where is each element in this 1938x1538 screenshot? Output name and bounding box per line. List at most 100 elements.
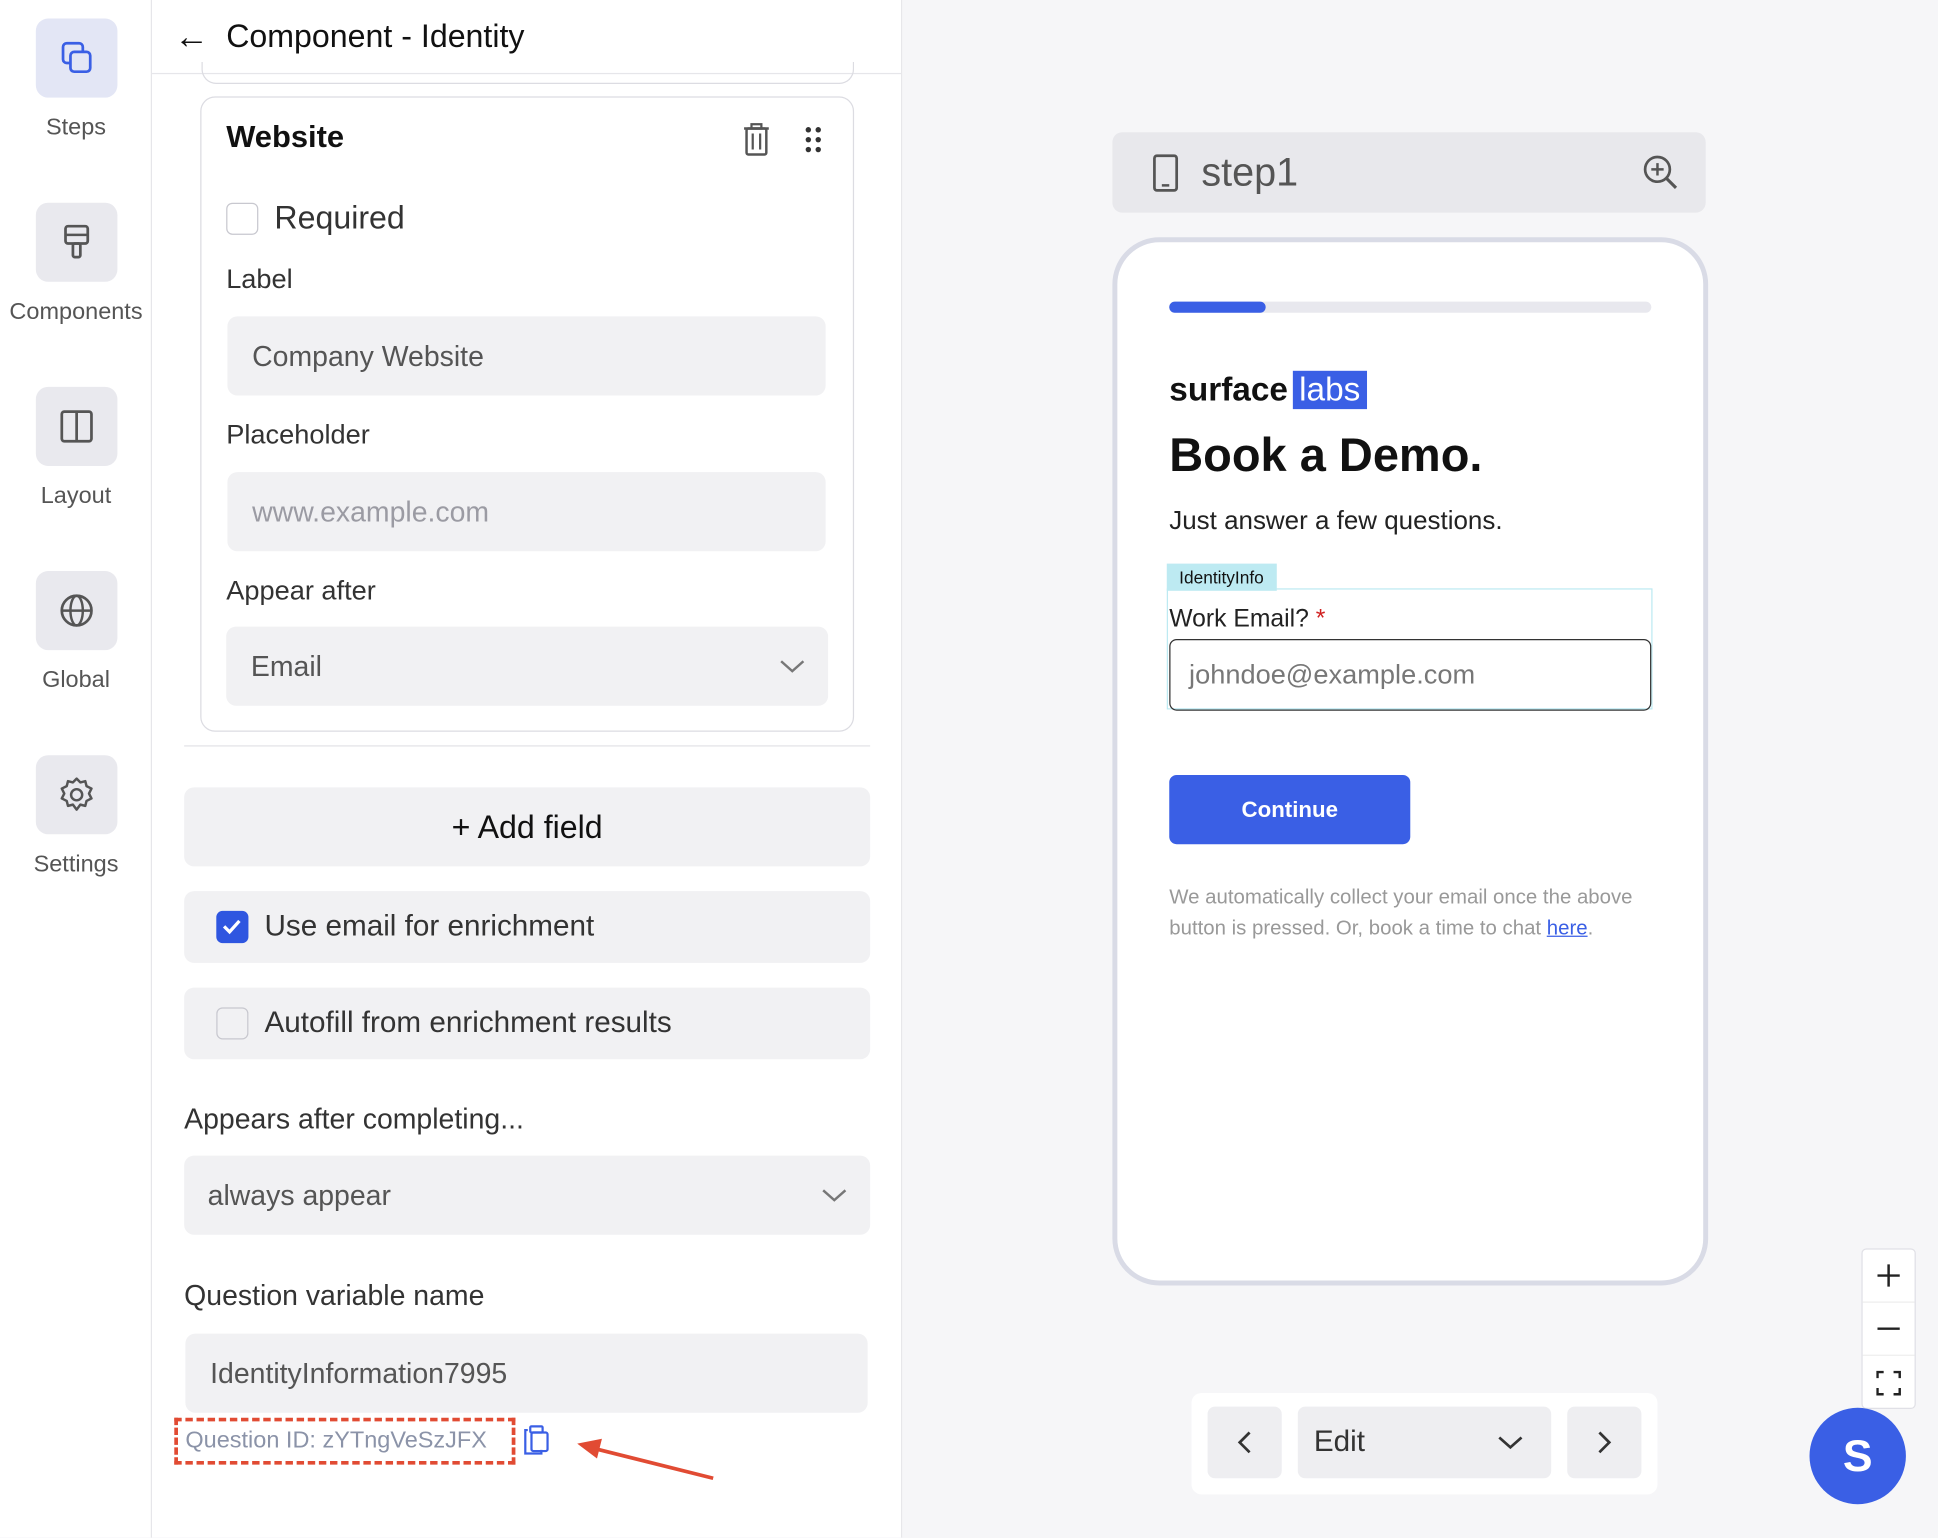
- appears-after-select[interactable]: always appear: [184, 1155, 871, 1235]
- placeholder-input-value: www.example.com: [252, 495, 490, 528]
- next-step-button[interactable]: [1567, 1406, 1642, 1479]
- rail-label-components: Components: [9, 299, 143, 326]
- rail-label-settings: Settings: [33, 851, 119, 878]
- form-title: Book a Demo.: [1169, 430, 1483, 483]
- chevron-right-icon: [1598, 1431, 1612, 1454]
- disclaimer: We automatically collect your email once…: [1169, 883, 1657, 945]
- checkmark-icon: [222, 919, 241, 935]
- use-email-enrichment-checkbox[interactable]: [216, 910, 249, 944]
- layout-columns-icon: [59, 410, 93, 443]
- components-tile[interactable]: [35, 202, 117, 282]
- zoom-in-icon[interactable]: [1641, 153, 1678, 190]
- website-field-card: Website Required Label Company Website P…: [200, 96, 855, 732]
- step-bar: step1: [1112, 132, 1706, 213]
- zoom-controls: [1861, 1248, 1916, 1410]
- left-rail: Steps Components Layout Global Settings: [0, 0, 153, 1538]
- progress-fill: [1169, 301, 1266, 313]
- rail-label-global: Global: [42, 667, 110, 694]
- email-label: Work Email? *: [1169, 606, 1325, 634]
- continue-button[interactable]: Continue: [1169, 774, 1411, 845]
- back-arrow-icon[interactable]: ←: [174, 17, 209, 57]
- steps-icon: [61, 41, 91, 74]
- appear-after-heading: Appear after: [226, 574, 376, 606]
- appear-after-select[interactable]: Email: [226, 626, 829, 706]
- fit-view-button[interactable]: [1863, 1356, 1915, 1409]
- rail-label-steps: Steps: [45, 114, 107, 141]
- drag-handle-icon[interactable]: [797, 122, 829, 157]
- chevron-down-icon: [822, 1189, 847, 1202]
- variable-name-value: IdentityInformation7995: [210, 1356, 508, 1389]
- phone-preview: surface labs Book a Demo. Just answer a f…: [1112, 237, 1709, 1286]
- required-checkbox[interactable]: [226, 202, 259, 235]
- question-id-text: Question ID: zYTngVeSzJFX: [185, 1427, 487, 1454]
- progress-bar: [1169, 301, 1652, 313]
- email-input[interactable]: johndoe@example.com: [1169, 639, 1652, 711]
- add-field-button[interactable]: + Add field: [184, 787, 871, 867]
- trash-icon[interactable]: [740, 122, 772, 157]
- rail-item-layout[interactable]: Layout: [0, 386, 152, 511]
- autofill-enrichment-row[interactable]: Autofill from enrichment results: [184, 987, 871, 1060]
- form-subtitle: Just answer a few questions.: [1169, 506, 1503, 536]
- settings-tile[interactable]: [35, 755, 117, 835]
- steps-tile[interactable]: [35, 18, 117, 98]
- step-name: step1: [1201, 149, 1299, 195]
- prev-step-button[interactable]: [1207, 1406, 1282, 1479]
- use-email-enrichment-label: Use email for enrichment: [264, 909, 595, 944]
- mode-select-value: Edit: [1313, 1425, 1365, 1459]
- disclaimer-end: .: [1587, 917, 1594, 940]
- component-tag: IdentityInfo: [1166, 563, 1277, 591]
- surface-labs-logo: surface labs: [1169, 370, 1367, 410]
- label-input[interactable]: Company Website: [227, 316, 826, 396]
- variable-name-input[interactable]: IdentityInformation7995: [185, 1333, 868, 1413]
- rail-item-steps[interactable]: Steps: [0, 18, 152, 143]
- rail-item-components[interactable]: Components: [0, 202, 152, 327]
- global-tile[interactable]: [35, 571, 117, 651]
- copy-icon[interactable]: [523, 1424, 550, 1456]
- email-label-text: Work Email?: [1169, 605, 1309, 633]
- rail-item-settings[interactable]: Settings: [0, 755, 152, 879]
- gear-icon: [59, 777, 93, 811]
- rail-label-layout: Layout: [40, 483, 112, 510]
- placeholder-input[interactable]: www.example.com: [227, 472, 826, 552]
- logo-text: surface: [1169, 370, 1288, 408]
- required-asterisk: *: [1315, 605, 1326, 633]
- globe-icon: [59, 594, 93, 627]
- rail-item-global[interactable]: Global: [0, 571, 152, 695]
- chevron-left-icon: [1237, 1431, 1251, 1454]
- support-chat-button[interactable]: S: [1809, 1407, 1906, 1505]
- layout-tile[interactable]: [35, 386, 117, 466]
- annotation-arrow: [577, 1438, 714, 1481]
- here-link[interactable]: here: [1547, 917, 1588, 939]
- autofill-enrichment-label: Autofill from enrichment results: [264, 1006, 672, 1040]
- zoom-plus-button[interactable]: [1862, 1250, 1915, 1303]
- chevron-down-icon: [1498, 1436, 1523, 1450]
- card-title: Website: [226, 119, 345, 155]
- divider: [184, 745, 871, 747]
- previous-card-edge: [201, 61, 855, 85]
- email-placeholder: johndoe@example.com: [1189, 658, 1476, 690]
- label-input-value: Company Website: [252, 339, 484, 372]
- logo-badge: labs: [1292, 370, 1367, 410]
- step-navigation: Edit: [1191, 1392, 1658, 1495]
- placeholder-heading: Placeholder: [226, 419, 370, 450]
- plus-icon: [1877, 1264, 1900, 1287]
- use-email-enrichment-row[interactable]: Use email for enrichment: [184, 891, 871, 963]
- fit-view-icon: [1876, 1370, 1901, 1395]
- appear-after-value: Email: [250, 649, 322, 682]
- variable-name-heading: Question variable name: [184, 1279, 485, 1312]
- preview-canvas: step1 surface labs Book a Demo. Just answ…: [902, 0, 1938, 1538]
- mode-select[interactable]: Edit: [1297, 1406, 1552, 1479]
- minus-icon: [1877, 1327, 1900, 1330]
- phone-icon: [1153, 153, 1179, 192]
- paint-brush-icon: [63, 224, 89, 259]
- chevron-down-icon: [780, 660, 805, 673]
- zoom-minus-button[interactable]: [1862, 1303, 1915, 1356]
- label-heading: Label: [226, 263, 293, 295]
- required-label: Required: [274, 198, 405, 237]
- autofill-enrichment-checkbox[interactable]: [216, 1007, 249, 1040]
- appears-after-heading: Appears after completing...: [184, 1102, 524, 1135]
- question-id: Question ID: zYTngVeSzJFX: [174, 1417, 516, 1465]
- component-editor-panel: ← Component - Identity Website Required …: [152, 0, 903, 1538]
- panel-title: Component - Identity: [226, 17, 525, 55]
- appears-after-value: always appear: [207, 1178, 391, 1211]
